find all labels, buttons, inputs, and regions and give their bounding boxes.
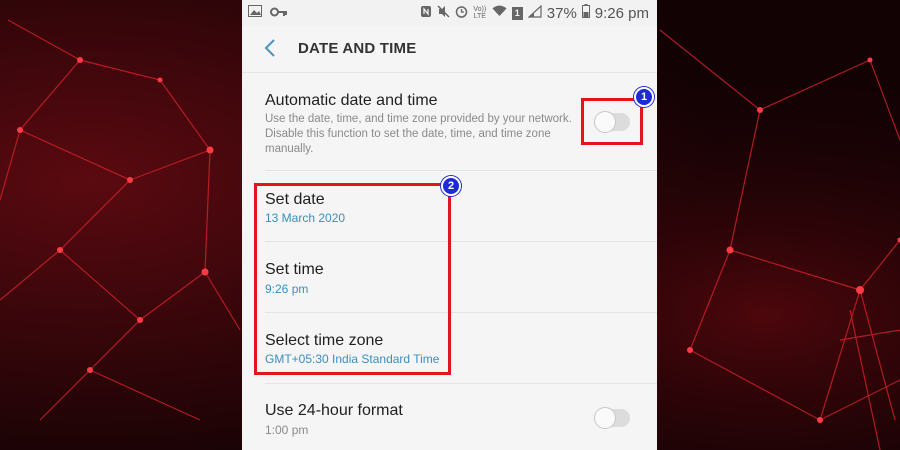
highlight-box-toggle	[581, 98, 643, 145]
automatic-date-time-label: Automatic date and time	[265, 92, 438, 109]
sim-icon: 1	[511, 6, 523, 20]
status-bar: Vo)) LTE 1 37% 9:26 pm	[242, 0, 657, 26]
battery-icon	[581, 4, 590, 22]
page-title: DATE AND TIME	[298, 40, 417, 57]
alarm-icon	[455, 5, 468, 22]
wifi-icon	[492, 5, 507, 21]
use-24-hour-row[interactable]: Use 24-hour format 1:00 pm	[242, 384, 657, 450]
mute-icon	[437, 4, 450, 22]
use-24-hour-toggle[interactable]	[594, 407, 630, 429]
step-badge-2: 2	[441, 176, 461, 196]
highlight-box-date-time-settings	[254, 183, 451, 375]
volte-icon: Vo)) LTE	[473, 6, 487, 20]
signal-icon	[527, 4, 542, 22]
automatic-date-time-description: Use the date, time, and time zone provid…	[265, 113, 572, 155]
use-24-hour-label: Use 24-hour format	[265, 402, 403, 419]
status-time: 9:26 pm	[594, 4, 649, 22]
app-bar: DATE AND TIME	[242, 26, 657, 73]
toggle-knob	[594, 407, 616, 429]
use-24-hour-value: 1:00 pm	[265, 423, 309, 437]
back-arrow-icon[interactable]	[260, 37, 282, 59]
nfc-icon	[420, 5, 432, 22]
key-icon	[270, 5, 288, 21]
battery-percent: 37%	[546, 4, 577, 22]
gallery-icon	[248, 5, 262, 21]
step-badge-1: 1	[634, 87, 654, 107]
